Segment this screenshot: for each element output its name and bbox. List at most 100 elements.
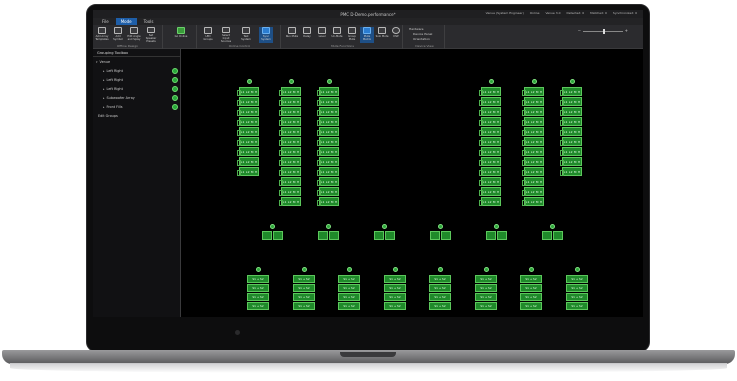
front-fill-cabinet[interactable]: S1 + S2	[384, 293, 406, 301]
subwoofer-group[interactable]	[485, 224, 507, 240]
subwoofer-cabinet[interactable]	[486, 231, 496, 240]
subwoofer-cabinet[interactable]	[430, 231, 440, 240]
add-array-templates-button[interactable]: Add Array Templates	[95, 27, 109, 43]
tab-file[interactable]: File	[97, 18, 114, 25]
expand-arrow-icon[interactable]: ▸	[103, 69, 105, 73]
speaker-cabinet[interactable]: L1 L2 M H	[279, 177, 301, 186]
speaker-cabinet[interactable]: L1 L2 M H	[479, 197, 501, 206]
tab-tools[interactable]: Tools	[139, 18, 159, 25]
front-fill-cabinet[interactable]: S1 + S2	[293, 284, 315, 292]
subwoofer-cabinet[interactable]	[374, 231, 384, 240]
speaker-cabinet[interactable]: L1 L2 M H	[317, 167, 339, 176]
subwoofer-cabinet[interactable]	[318, 231, 328, 240]
front-fill-cabinet[interactable]: S1 + S2	[338, 284, 360, 292]
front-fill-cabinet[interactable]: S1 + S2	[247, 275, 269, 283]
speaker-cabinet[interactable]: L1 L2 M H	[522, 167, 544, 176]
speaker-cabinet[interactable]: L1 L2 M H	[279, 107, 301, 116]
front-fill-cabinet[interactable]: S1 + S2	[338, 275, 360, 283]
front-fill-cabinet[interactable]: S1 + S2	[429, 302, 451, 310]
mute-matrix-button[interactable]: Mute Matrix	[360, 27, 374, 43]
subwoofer-cabinet[interactable]	[542, 231, 552, 240]
front-fill-cabinet[interactable]: S1 + S2	[566, 284, 588, 292]
hardware-option[interactable]: Hardware	[409, 27, 423, 31]
speaker-cabinet[interactable]: L1 L2 M H	[237, 147, 259, 156]
speaker-cabinet[interactable]: L1 L2 M H	[279, 197, 301, 206]
dsp-button[interactable]: DSP	[389, 27, 403, 43]
speaker-cabinet[interactable]: L1 L2 M H	[479, 137, 501, 146]
design-canvas[interactable]: L1 L2 M H L1 L2 M H L1 L2 M H L1 L2 M H L1 L…	[181, 49, 643, 317]
unmute-button[interactable]: Un-Mute	[330, 27, 344, 43]
front-fill-cabinet[interactable]: S1 + S2	[338, 302, 360, 310]
line-array[interactable]: L1 L2 M H L1 L2 M H L1 L2 M H L1 L2 M H L1 L…	[279, 79, 301, 206]
speaker-cabinet[interactable]: L1 L2 M H	[479, 117, 501, 126]
subwoofer-cabinet[interactable]	[273, 231, 283, 240]
set-speaker-presets-button[interactable]: Set Speaker Presets	[144, 27, 158, 43]
speaker-cabinet[interactable]: L1 L2 M H	[522, 157, 544, 166]
speaker-cabinet[interactable]: L1 L2 M H	[479, 147, 501, 156]
expand-arrow-icon[interactable]: ▾	[96, 60, 98, 64]
front-fill-cabinet[interactable]: S1 + S2	[520, 284, 542, 292]
speaker-cabinet[interactable]: L1 L2 M H	[237, 117, 259, 126]
sidebar-item[interactable]: ▸ Left Right	[93, 75, 180, 84]
select-input-sources-button[interactable]: Select Input Sources	[219, 27, 233, 43]
speaker-cabinet[interactable]: L1 L2 M H	[522, 97, 544, 106]
speaker-cabinet[interactable]: L1 L2 M H	[479, 167, 501, 176]
level-button[interactable]: Level	[315, 27, 329, 43]
speaker-cabinet[interactable]: L1 L2 M H	[237, 97, 259, 106]
front-fill-group[interactable]: S1 + S2 S1 + S2 S1 + S2 S1 + S2	[520, 267, 542, 310]
speaker-cabinet[interactable]: L1 L2 M H	[560, 87, 582, 96]
speaker-cabinet[interactable]: L1 L2 M H	[279, 157, 301, 166]
front-fill-cabinet[interactable]: S1 + S2	[566, 293, 588, 301]
speaker-cabinet[interactable]: L1 L2 M H	[522, 147, 544, 156]
speaker-cabinet[interactable]: L1 L2 M H	[560, 147, 582, 156]
subwoofer-group[interactable]	[429, 224, 451, 240]
speaker-cabinet[interactable]: L1 L2 M H	[279, 137, 301, 146]
front-fill-cabinet[interactable]: S1 + S2	[384, 302, 406, 310]
speaker-cabinet[interactable]: L1 L2 M H	[317, 177, 339, 186]
speaker-cabinet[interactable]: L1 L2 M H	[560, 167, 582, 176]
line-array[interactable]: L1 L2 M H L1 L2 M H L1 L2 M H L1 L2 M H L1 L…	[560, 79, 582, 176]
front-fill-cabinet[interactable]: S1 + S2	[520, 302, 542, 310]
speaker-cabinet[interactable]: L1 L2 M H	[317, 187, 339, 196]
front-fill-cabinet[interactable]: S1 + S2	[429, 275, 451, 283]
speaker-cabinet[interactable]: L1 L2 M H	[479, 127, 501, 136]
subwoofer-cabinet[interactable]	[497, 231, 507, 240]
front-fill-cabinet[interactable]: S1 + S2	[475, 275, 497, 283]
speaker-cabinet[interactable]: L1 L2 M H	[560, 97, 582, 106]
front-fill-cabinet[interactable]: S1 + S2	[475, 293, 497, 301]
sidebar-item[interactable]: ▸ Front Fills	[93, 102, 180, 111]
subwoofer-cabinet[interactable]	[262, 231, 272, 240]
subwoofer-cabinet[interactable]	[553, 231, 563, 240]
go-online-button[interactable]: Go Online	[174, 27, 188, 43]
speaker-cabinet[interactable]: L1 L2 M H	[479, 87, 501, 96]
speaker-cabinet[interactable]: L1 L2 M H	[479, 177, 501, 186]
orientation-option[interactable]: Orientation	[413, 37, 430, 41]
speaker-cabinet[interactable]: L1 L2 M H	[560, 117, 582, 126]
subwoofer-group[interactable]	[373, 224, 395, 240]
zoom-slider-handle[interactable]	[603, 29, 605, 34]
expand-arrow-icon[interactable]: ▸	[103, 78, 105, 82]
device-panel-option[interactable]: Device Panel	[413, 32, 432, 36]
add-symbol-button[interactable]: Add Symbol	[111, 27, 125, 43]
speaker-cabinet[interactable]: L1 L2 M H	[560, 127, 582, 136]
speaker-cabinet[interactable]: L1 L2 M H	[279, 117, 301, 126]
speaker-cabinet[interactable]: L1 L2 M H	[237, 137, 259, 146]
run-mute-button[interactable]: Run Mute	[285, 27, 299, 43]
front-fill-cabinet[interactable]: S1 + S2	[247, 293, 269, 301]
speaker-cabinet[interactable]: L1 L2 M H	[279, 167, 301, 176]
subwoofer-cabinet[interactable]	[385, 231, 395, 240]
front-fill-cabinet[interactable]: S1 + S2	[566, 302, 588, 310]
speaker-cabinet[interactable]: L1 L2 M H	[279, 127, 301, 136]
front-fill-cabinet[interactable]: S1 + S2	[475, 302, 497, 310]
subwoofer-group[interactable]	[541, 224, 563, 240]
front-fill-group[interactable]: S1 + S2 S1 + S2 S1 + S2 S1 + S2	[247, 267, 269, 310]
front-fill-group[interactable]: S1 + S2 S1 + S2 S1 + S2 S1 + S2	[384, 267, 406, 310]
zoom-out-icon[interactable]: −	[578, 28, 581, 33]
front-fill-cabinet[interactable]: S1 + S2	[566, 275, 588, 283]
speaker-cabinet[interactable]: L1 L2 M H	[237, 107, 259, 116]
subwoofer-group[interactable]	[261, 224, 283, 240]
front-fill-group[interactable]: S1 + S2 S1 + S2 S1 + S2 S1 + S2	[475, 267, 497, 310]
sidebar-item[interactable]: ▸ Left Right	[93, 84, 180, 93]
sidebar-item[interactable]: ▸ Subwoofer Array	[93, 93, 180, 102]
front-fill-group[interactable]: S1 + S2 S1 + S2 S1 + S2 S1 + S2	[566, 267, 588, 310]
